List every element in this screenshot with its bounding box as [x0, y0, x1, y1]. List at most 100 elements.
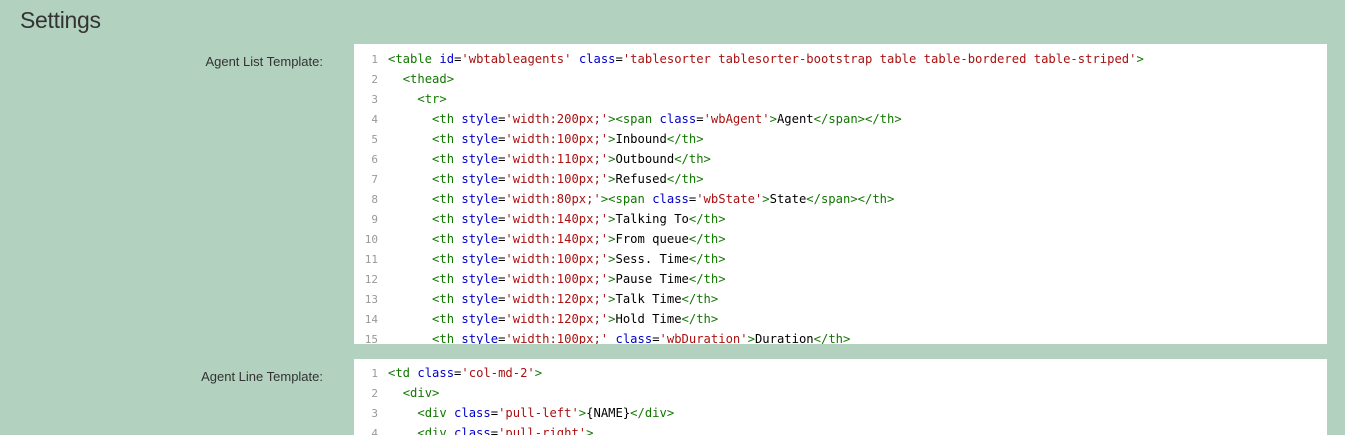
code-text[interactable]: <div>	[388, 386, 440, 400]
code-token: style	[461, 152, 499, 166]
agent-line-template-editor[interactable]: 1 <td class='col-md-2'> 2 <div> 3 <div clas…	[354, 359, 1327, 435]
code-text[interactable]: <td class='col-md-2'>	[388, 366, 542, 380]
code-token: <th	[432, 232, 462, 246]
code-token: style	[461, 312, 499, 326]
code-line[interactable]: 10 <th style='width:140px;'>From queue</…	[354, 229, 1327, 249]
code-token: >	[608, 132, 616, 146]
code-line[interactable]: 11 <th style='width:100px;'>Sess. Time</…	[354, 249, 1327, 269]
code-text[interactable]: <th style='width:120px;'>Hold Time</th>	[388, 312, 718, 326]
code-token: <th	[432, 292, 462, 306]
code-text[interactable]: <th style='width:100px;'>Inbound</th>	[388, 132, 704, 146]
line-number: 7	[371, 173, 378, 186]
code-token: </th>	[813, 332, 851, 344]
code-text[interactable]: <th style='width:140px;'>From queue</th>	[388, 232, 726, 246]
code-token: </th>	[688, 252, 726, 266]
code-token: <tr>	[417, 92, 447, 106]
code-token: Agent	[776, 112, 814, 126]
line-number: 2	[371, 387, 378, 400]
agent-list-template-editor[interactable]: 1 <table id='wbtableagents' class='tables…	[354, 44, 1327, 344]
line-number: 14	[364, 313, 378, 326]
code-token: class	[578, 52, 616, 66]
code-line[interactable]: 4 <th style='width:200px;'><span class='…	[354, 109, 1327, 129]
code-line[interactable]: 1 <td class='col-md-2'>	[354, 363, 1327, 383]
code-text[interactable]: <th style='width:100px;'>Pause Time</th>	[388, 272, 726, 286]
code-token: class	[454, 426, 491, 435]
code-token: Duration	[754, 332, 814, 344]
code-text[interactable]: <table id='wbtableagents' class='tableso…	[388, 52, 1144, 66]
code-line[interactable]: 12 <th style='width:100px;'>Pause Time</…	[354, 269, 1327, 289]
code-text[interactable]: <th style='width:80px;'><span class='wbS…	[388, 192, 894, 206]
code-token: <th	[432, 332, 462, 344]
code-token: 'width:100px;'	[505, 172, 609, 186]
code-token: 'wbAgent'	[703, 112, 770, 126]
code-token: <th	[432, 132, 462, 146]
code-line[interactable]: 5 <th style='width:100px;'>Inbound</th>	[354, 129, 1327, 149]
code-token: <th	[432, 172, 462, 186]
code-line[interactable]: 6 <th style='width:110px;'>Outbound</th>	[354, 149, 1327, 169]
code-token: 'width:140px;'	[505, 232, 609, 246]
code-token: </th>	[681, 312, 719, 326]
code-token: >	[608, 272, 616, 286]
code-token: ><span	[608, 112, 660, 126]
line-number: 1	[371, 53, 378, 66]
code-token: From queue	[615, 232, 689, 246]
code-text[interactable]: <div class='pull-right'>	[388, 426, 593, 435]
code-text[interactable]: <th style='width:100px;'>Refused</th>	[388, 172, 704, 186]
code-token: <th	[432, 312, 462, 326]
code-text[interactable]: <tr>	[388, 92, 447, 106]
code-line[interactable]: 8 <th style='width:80px;'><span class='w…	[354, 189, 1327, 209]
code-line[interactable]: 13 <th style='width:120px;'>Talk Time</t…	[354, 289, 1327, 309]
code-token: <div>	[402, 386, 440, 400]
code-token: <table	[388, 52, 440, 66]
code-line[interactable]: 2 <thead>	[354, 69, 1327, 89]
code-text[interactable]: <th style='width:140px;'>Talking To</th>	[388, 212, 726, 226]
code-text[interactable]: <th style='width:110px;'>Outbound</th>	[388, 152, 711, 166]
code-token: Pause Time	[615, 272, 689, 286]
code-token: <th	[432, 272, 462, 286]
code-token: style	[461, 272, 499, 286]
code-token: >	[747, 332, 755, 344]
code-line[interactable]: 3 <div class='pull-left'>{NAME}</div>	[354, 403, 1327, 423]
code-line[interactable]: 7 <th style='width:100px;'>Refused</th>	[354, 169, 1327, 189]
code-text[interactable]: <th style='width:120px;'>Talk Time</th>	[388, 292, 718, 306]
code-token: class	[652, 192, 689, 206]
code-line[interactable]: 2 <div>	[354, 383, 1327, 403]
code-line[interactable]: 4 <div class='pull-right'>	[354, 423, 1327, 435]
code-text[interactable]: <th style='width:100px;'>Sess. Time</th>	[388, 252, 726, 266]
code-token: </th>	[681, 292, 719, 306]
code-line[interactable]: 15 <th style='width:100px;' class='wbDur…	[354, 329, 1327, 344]
code-text[interactable]: <div class='pull-left'>{NAME}</div>	[388, 406, 674, 420]
code-token: State	[769, 192, 807, 206]
code-token: 'width:100px;'	[505, 252, 609, 266]
code-line[interactable]: 9 <th style='width:140px;'>Talking To</t…	[354, 209, 1327, 229]
code-token: </span></th>	[813, 112, 902, 126]
code-token: Talking To	[615, 212, 689, 226]
code-line[interactable]: 1 <table id='wbtableagents' class='tables…	[354, 49, 1327, 69]
code-line[interactable]: 3 <tr>	[354, 89, 1327, 109]
code-token: </th>	[666, 132, 704, 146]
code-text[interactable]: <th style='width:100px;' class='wbDurati…	[388, 332, 850, 344]
code-text[interactable]: <th style='width:200px;'><span class='wb…	[388, 112, 902, 126]
code-line[interactable]: 14 <th style='width:120px;'>Hold Time</t…	[354, 309, 1327, 329]
code-token: 'width:100px;'	[505, 272, 609, 286]
code-token: 'width:100px;'	[505, 332, 609, 344]
code-token: >	[769, 112, 777, 126]
code-token: >	[762, 192, 770, 206]
code-text[interactable]: <thead>	[388, 72, 454, 86]
code-token: Sess. Time	[615, 252, 689, 266]
code-token: class	[454, 406, 491, 420]
code-token: <th	[432, 152, 462, 166]
agent-list-template-label: Agent List Template:	[205, 54, 323, 69]
